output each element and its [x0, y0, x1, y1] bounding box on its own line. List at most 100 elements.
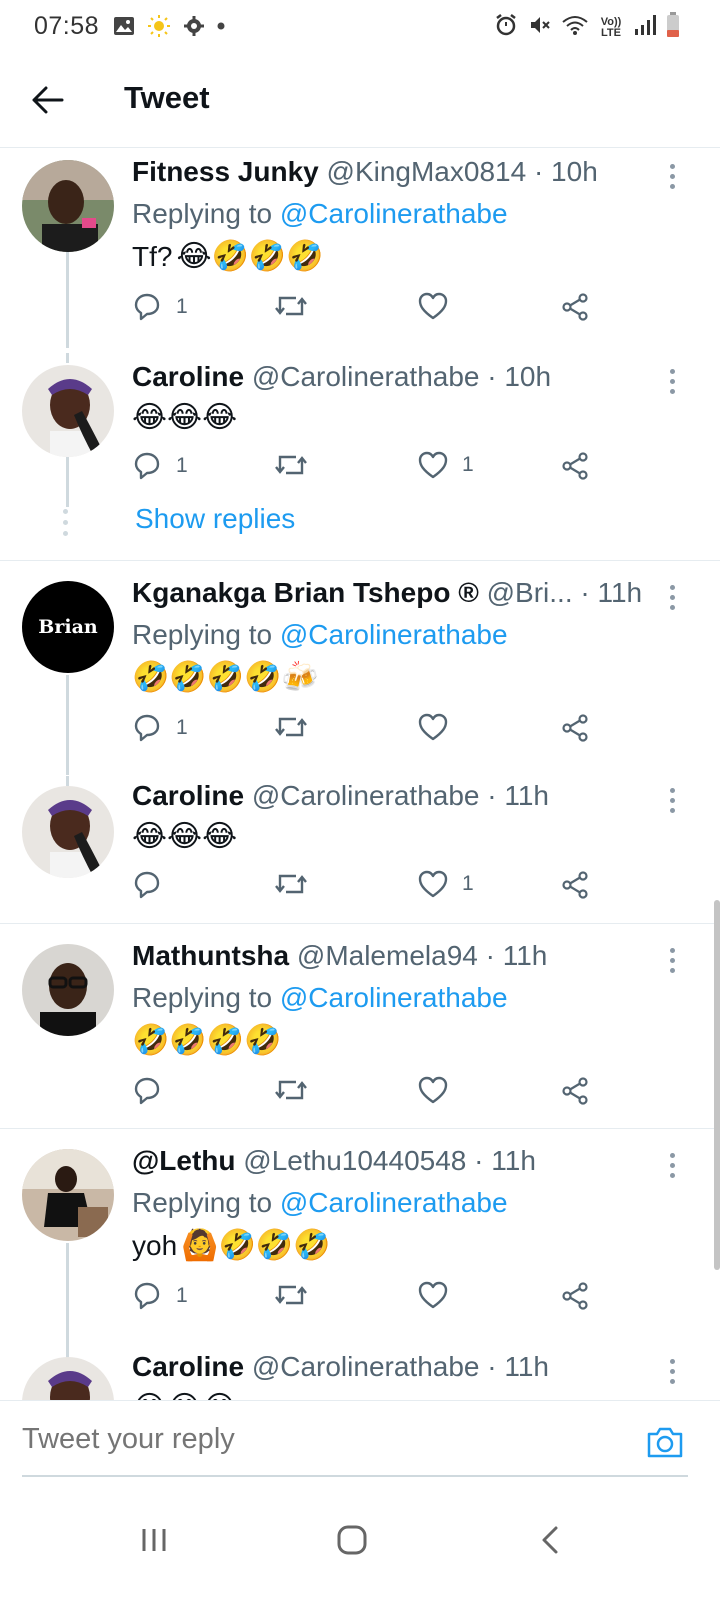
retweet-icon: [274, 870, 308, 898]
tweet-item[interactable]: @Lethu @Lethu10440548 · 11h Replying to …: [0, 1129, 720, 1353]
avatar[interactable]: [22, 160, 114, 252]
retweet-button[interactable]: [274, 713, 322, 741]
heart-icon: [418, 870, 448, 898]
retweet-button[interactable]: [274, 292, 322, 320]
avatar[interactable]: [22, 365, 114, 457]
reply-button[interactable]: 1: [132, 713, 188, 743]
like-button[interactable]: [418, 713, 462, 741]
display-name[interactable]: Caroline: [132, 1351, 244, 1382]
tweet-item[interactable]: Brian Kganakga Brian Tshepo ® @Bri... · …: [0, 561, 720, 776]
reply-composer: [0, 1400, 720, 1480]
like-button[interactable]: [418, 1281, 462, 1309]
reply-button[interactable]: [132, 870, 176, 900]
reply-icon: [132, 292, 162, 322]
reply-icon: [132, 451, 162, 481]
replying-to: Replying to @Carolinerathabe: [132, 982, 508, 1014]
camera-button[interactable]: [646, 1425, 684, 1461]
share-button[interactable]: [560, 1281, 590, 1311]
more-options-button[interactable]: [662, 158, 682, 194]
replying-handle-link[interactable]: @Carolinerathabe: [280, 1187, 508, 1218]
tweet-text: Tf? 😂🤣🤣🤣: [132, 240, 324, 274]
avatar[interactable]: Brian: [22, 581, 114, 673]
share-button[interactable]: [560, 713, 590, 743]
display-name[interactable]: Fitness Junky: [132, 156, 319, 187]
tweet-item[interactable]: Caroline @Carolinerathabe · 10h 😂😂😂 11 S…: [0, 353, 720, 560]
back-button[interactable]: [30, 82, 66, 118]
more-options-button[interactable]: [662, 782, 682, 818]
tweet-item[interactable]: Fitness Junky @KingMax0814 · 10h Replyin…: [0, 148, 720, 348]
like-button[interactable]: 1: [418, 451, 474, 479]
heart-icon: [418, 1281, 448, 1309]
replying-to: Replying to @Carolinerathabe: [132, 1187, 508, 1219]
reply-button[interactable]: 1: [132, 292, 188, 322]
share-button[interactable]: [560, 292, 590, 322]
replying-prefix: Replying to: [132, 619, 273, 650]
share-icon: [560, 1281, 590, 1311]
system-nav-bar: [0, 1480, 720, 1600]
system-back-button[interactable]: [520, 1510, 580, 1570]
more-options-button[interactable]: [662, 363, 682, 399]
recents-button[interactable]: [124, 1510, 184, 1570]
avatar[interactable]: [22, 1149, 114, 1241]
display-name[interactable]: Caroline: [132, 361, 244, 392]
more-options-button[interactable]: [662, 1353, 682, 1389]
like-count: 1: [462, 453, 474, 476]
reply-input[interactable]: [22, 1423, 399, 1456]
more-options-button[interactable]: [662, 579, 682, 615]
like-button[interactable]: [418, 1076, 462, 1104]
show-replies-link[interactable]: Show replies: [135, 503, 295, 535]
reply-button[interactable]: [132, 1076, 176, 1106]
share-button[interactable]: [560, 451, 590, 481]
tweet-item[interactable]: Caroline @Carolinerathabe · 11h 😂😂😂 1: [0, 776, 720, 922]
home-button[interactable]: [322, 1510, 382, 1570]
like-button[interactable]: [418, 292, 462, 320]
camera-icon: [647, 1427, 683, 1458]
home-icon: [337, 1525, 367, 1555]
replying-handle-link[interactable]: @Carolinerathabe: [280, 198, 508, 229]
tweet-meta: @Carolinerathabe · 11h: [251, 780, 549, 811]
retweet-button[interactable]: [274, 870, 322, 898]
tweet-item[interactable]: Mathuntsha @Malemela94 · 11h Replying to…: [0, 924, 720, 1128]
input-underline: [22, 1475, 688, 1477]
retweet-button[interactable]: [274, 1076, 322, 1104]
share-button[interactable]: [560, 870, 590, 900]
tweet-actions: 1: [132, 713, 602, 749]
avatar-logo-text: Brian: [38, 616, 98, 638]
chevron-left-icon: [542, 1526, 558, 1554]
more-options-button[interactable]: [662, 1147, 682, 1183]
retweet-button[interactable]: [274, 1281, 322, 1309]
mute-icon: [528, 13, 552, 42]
tweet-actions: 1: [132, 1281, 602, 1317]
replying-handle-link[interactable]: @Carolinerathabe: [280, 982, 508, 1013]
page-title: Tweet: [124, 80, 210, 115]
tweet-item[interactable]: Caroline @Carolinerathabe · 11h 😂😂😂: [0, 1349, 720, 1400]
display-name[interactable]: Mathuntsha: [132, 940, 289, 971]
more-options-button[interactable]: [662, 942, 682, 978]
display-name[interactable]: Kganakga Brian Tshepo ®: [132, 577, 479, 608]
display-name[interactable]: @Lethu: [132, 1145, 236, 1176]
tweet-header: Caroline @Carolinerathabe · 11h: [132, 780, 660, 812]
gear-icon: [183, 15, 205, 37]
tweet-feed[interactable]: Fitness Junky @KingMax0814 · 10h Replyin…: [0, 148, 720, 1400]
like-button[interactable]: 1: [418, 870, 474, 898]
signal-icon: [634, 14, 656, 41]
retweet-button[interactable]: [274, 451, 322, 479]
retweet-icon: [274, 451, 308, 479]
share-button[interactable]: [560, 1076, 590, 1106]
reply-icon: [132, 713, 162, 743]
tweet-actions: 1: [132, 870, 602, 906]
scrollbar[interactable]: [714, 900, 720, 1270]
avatar[interactable]: [22, 944, 114, 1036]
tweet-text-content: Tf?: [132, 241, 173, 272]
tweet-emojis: 🙆🤣🤣🤣: [181, 1228, 331, 1263]
tweet-header: @Lethu @Lethu10440548 · 11h: [132, 1145, 660, 1177]
reply-button[interactable]: 1: [132, 451, 188, 481]
reply-button[interactable]: 1: [132, 1281, 188, 1311]
display-name[interactable]: Caroline: [132, 780, 244, 811]
avatar[interactable]: [22, 786, 114, 878]
replying-handle-link[interactable]: @Carolinerathabe: [280, 619, 508, 650]
avatar[interactable]: [22, 1357, 114, 1400]
thread-line: [66, 776, 69, 786]
tweet-meta: @Carolinerathabe · 10h: [251, 361, 552, 392]
heart-icon: [418, 1076, 448, 1104]
